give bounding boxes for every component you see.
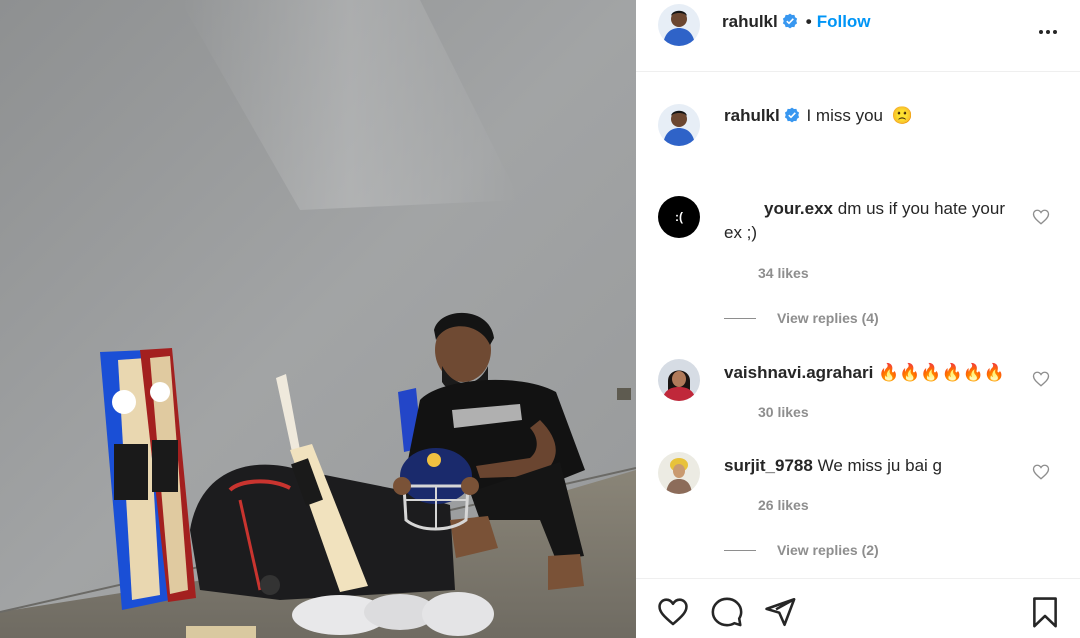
verified-badge-icon xyxy=(784,107,799,123)
comment-vaishnavi: vaishnavi.agrahari 🔥🔥🔥🔥🔥🔥 xyxy=(724,361,1005,385)
author-username[interactable]: rahulkl xyxy=(722,12,778,31)
comment-likes[interactable]: 34 likes xyxy=(758,265,809,281)
comment-username[interactable]: surjit_9788 xyxy=(724,456,813,475)
like-comment-heart-icon[interactable] xyxy=(1032,463,1050,481)
author-avatar[interactable] xyxy=(658,4,700,46)
cricketer-with-kit-image xyxy=(0,0,636,638)
comment-likes[interactable]: 30 likes xyxy=(758,404,809,420)
comment-username[interactable]: vaishnavi.agrahari xyxy=(724,363,873,382)
heart-icon[interactable] xyxy=(656,595,690,629)
view-replies-button[interactable]: View replies (2) xyxy=(777,542,879,558)
comment-likes[interactable]: 26 likes xyxy=(758,497,809,513)
comment-surjit: surjit_9788 We miss ju bai g xyxy=(724,454,942,478)
replies-line xyxy=(724,318,756,319)
comment-your-exx: your.exx dm us if you hate your ex ;) xyxy=(724,197,1024,245)
comment-text: We miss ju bai g xyxy=(817,456,942,475)
follow-button[interactable]: Follow xyxy=(817,12,871,31)
bookmark-icon[interactable] xyxy=(1028,595,1062,629)
caption-username[interactable]: rahulkl xyxy=(724,106,780,125)
comment-avatar-surjit[interactable] xyxy=(658,452,700,494)
header-title-row: rahulkl • Follow xyxy=(722,12,871,32)
comment-avatar-vaishnavi[interactable] xyxy=(658,359,700,401)
paper-plane-icon[interactable] xyxy=(763,595,797,629)
comment-avatar-your-exx[interactable]: :( xyxy=(658,196,700,238)
post-header: rahulkl • Follow xyxy=(636,0,1080,72)
comment-icon[interactable] xyxy=(710,595,744,629)
more-options-icon[interactable] xyxy=(1036,20,1060,44)
frowning-face-emoji: 🙁 xyxy=(891,106,913,125)
comment-username[interactable]: your.exx xyxy=(764,199,833,218)
post-side-panel: rahulkl • Follow rahulkl I miss you 🙁 :( y… xyxy=(636,0,1080,638)
like-comment-heart-icon[interactable] xyxy=(1032,208,1050,226)
view-replies-button[interactable]: View replies (4) xyxy=(777,310,879,326)
post-action-bar xyxy=(636,578,1080,638)
like-comment-heart-icon[interactable] xyxy=(1032,370,1050,388)
post-photo[interactable] xyxy=(0,0,636,638)
avatar-sad-text: :( xyxy=(675,210,683,224)
caption: rahulkl I miss you 🙁 xyxy=(724,104,913,128)
header-separator: • xyxy=(805,12,812,31)
caption-avatar[interactable] xyxy=(658,104,700,146)
fire-emojis: 🔥🔥🔥🔥🔥🔥 xyxy=(878,363,1006,382)
replies-line xyxy=(724,550,756,551)
verified-badge-icon xyxy=(782,13,797,29)
caption-text: I miss you xyxy=(806,106,884,125)
